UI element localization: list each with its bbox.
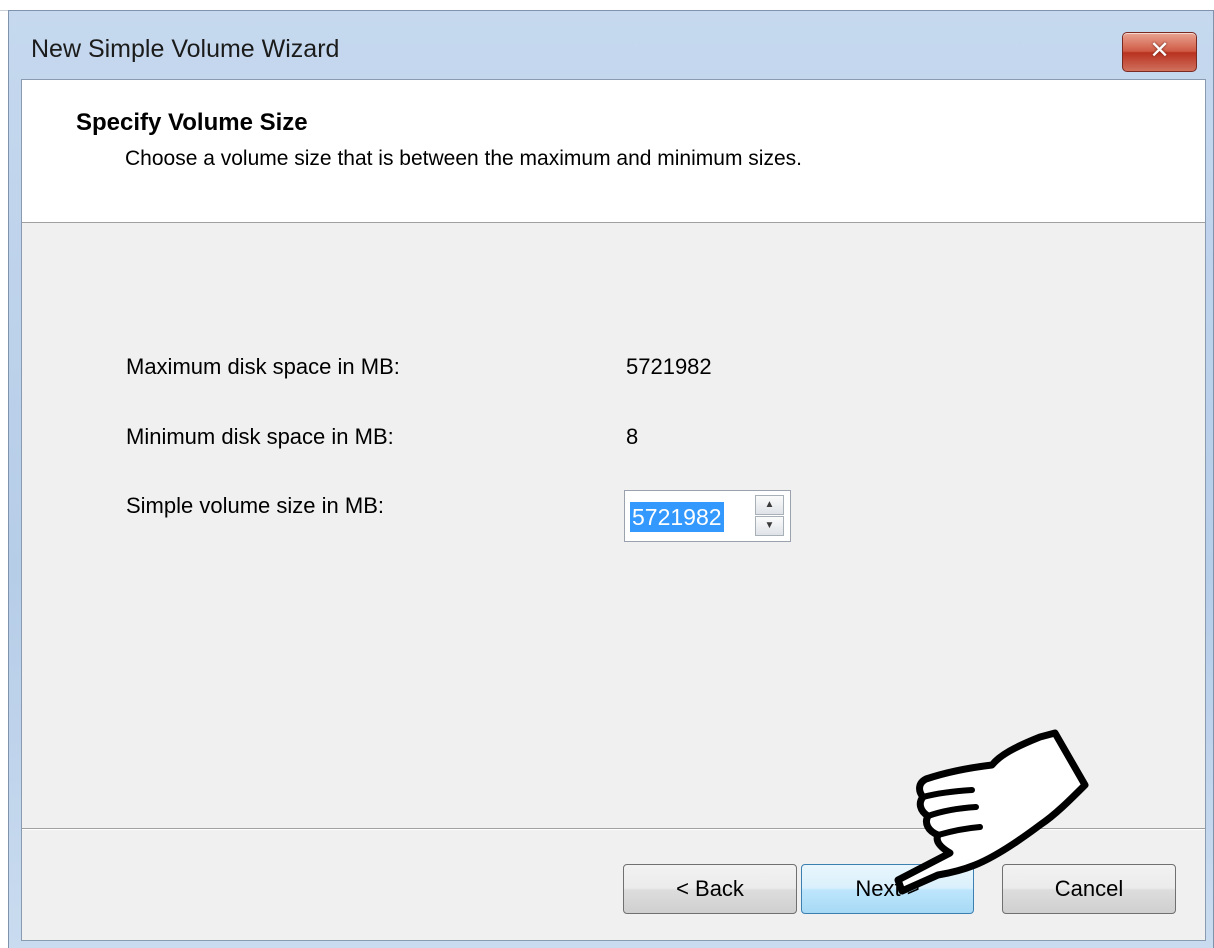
max-space-value: 5721982 <box>626 354 712 379</box>
volume-size-stepper[interactable]: 5721982 ▲ ▼ <box>624 490 791 542</box>
wizard-header: Specify Volume Size Choose a volume size… <box>22 80 1205 223</box>
page-subtitle: Choose a volume size that is between the… <box>125 147 802 170</box>
spin-down-button[interactable]: ▼ <box>755 516 784 536</box>
min-space-value: 8 <box>626 424 639 449</box>
arrow-up-icon: ▲ <box>764 499 775 510</box>
page-title: Specify Volume Size <box>76 109 308 136</box>
spin-up-button[interactable]: ▲ <box>755 495 784 515</box>
arrow-down-icon: ▼ <box>764 520 775 531</box>
volume-size-label: Simple volume size in MB: <box>126 493 384 518</box>
volume-size-input[interactable]: 5721982 <box>630 502 724 532</box>
pointing-hand-icon <box>894 729 1089 895</box>
close-icon: ✕ <box>1149 37 1170 64</box>
window-title: New Simple Volume Wizard <box>31 35 340 63</box>
close-button[interactable]: ✕ <box>1122 32 1197 72</box>
max-space-label: Maximum disk space in MB: <box>126 354 400 379</box>
title-bar[interactable]: New Simple Volume Wizard ✕ <box>9 11 1213 81</box>
back-button[interactable]: < Back <box>623 864 797 914</box>
min-space-label: Minimum disk space in MB: <box>126 424 394 449</box>
